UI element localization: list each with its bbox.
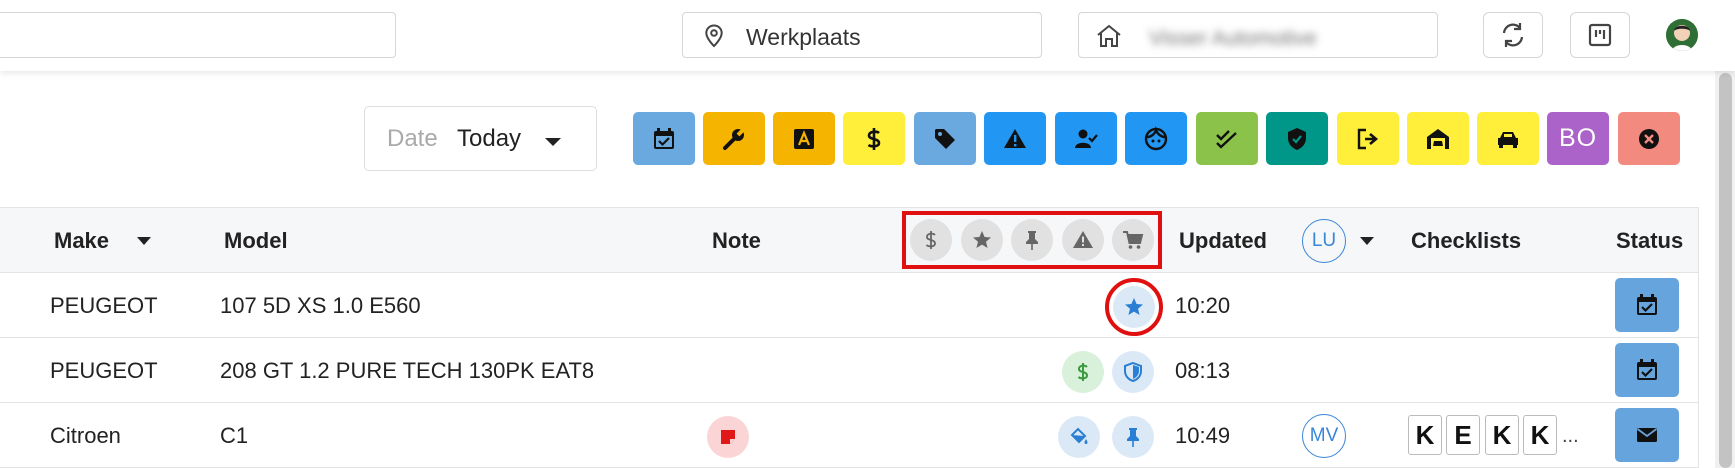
search-input[interactable]	[0, 12, 396, 58]
table-header: Make Model Note Updated LU Checklists St…	[0, 208, 1698, 273]
header-note[interactable]: Note	[712, 228, 761, 254]
status-button[interactable]	[1615, 343, 1679, 397]
close-circle-icon	[1639, 128, 1659, 149]
checklist-item[interactable]: K	[1523, 415, 1557, 455]
sticky-note-icon	[721, 430, 735, 444]
cell-updated: 08:13	[1175, 358, 1231, 383]
chevron-down-icon	[545, 138, 561, 146]
jobs-table: Make Model Note Updated LU Checklists St…	[0, 207, 1699, 468]
home-icon	[1097, 24, 1121, 47]
filter-letter-a-button[interactable]	[773, 112, 835, 165]
shield-icon	[1124, 361, 1142, 383]
filter-garage-button[interactable]	[1407, 112, 1469, 165]
user-initials: LU	[1311, 230, 1337, 251]
checklist-item[interactable]: E	[1446, 415, 1480, 455]
header-make[interactable]: Make	[54, 228, 109, 254]
location-label: Werkplaats	[746, 24, 861, 50]
date-filter-select[interactable]: Date Today	[364, 106, 597, 171]
header-status[interactable]: Status	[1616, 228, 1683, 254]
header-model[interactable]: Model	[224, 228, 288, 254]
pin-icon	[1127, 428, 1139, 447]
company-label: Visser Automotive	[1149, 27, 1317, 50]
flag-shield[interactable]	[1112, 351, 1154, 393]
calendar-icon	[1637, 359, 1657, 380]
highlight-box	[902, 211, 1162, 269]
filter-warning-button[interactable]	[984, 112, 1046, 165]
double-check-icon	[1216, 129, 1237, 149]
cell-model: 107 5D XS 1.0 E560	[220, 293, 421, 318]
chevron-down-icon[interactable]	[137, 237, 151, 245]
user-avatar[interactable]	[1666, 19, 1698, 51]
user-filter-badge[interactable]: LU	[1302, 219, 1346, 263]
cell-make: PEUGEOT	[50, 358, 158, 383]
chevron-down-icon[interactable]	[1360, 237, 1374, 245]
exit-icon	[1357, 128, 1379, 149]
refresh-icon	[1502, 23, 1524, 47]
avatar-icon	[1666, 19, 1698, 51]
scrollbar-thumb[interactable]	[1719, 73, 1732, 468]
board-view-button[interactable]	[1570, 12, 1630, 58]
cell-model: 208 GT 1.2 PURE TECH 130PK EAT8	[220, 358, 595, 383]
cell-make: Citroen	[50, 423, 121, 448]
paint-bucket-icon	[1070, 427, 1088, 444]
cell-model: C1	[220, 423, 249, 448]
flag-paint-bucket[interactable]	[1058, 416, 1100, 458]
date-filter-label: Date	[387, 125, 438, 152]
kanban-icon	[1588, 23, 1612, 47]
filter-shield-button[interactable]	[1266, 112, 1328, 165]
refresh-button[interactable]	[1483, 12, 1543, 58]
filter-close-button[interactable]	[1618, 112, 1680, 165]
cell-updated: 10:20	[1175, 293, 1231, 318]
top-bar: Werkplaats Visser Automotive	[0, 0, 1735, 71]
filter-car-button[interactable]	[1477, 112, 1539, 165]
table-row[interactable]: Citroen C1 10:49 MV K E K K ...	[0, 403, 1698, 468]
filter-bo-button[interactable]: BO	[1547, 112, 1609, 165]
calendar-check-icon	[654, 127, 674, 149]
bo-label: BO	[1558, 124, 1598, 152]
table-row[interactable]: PEUGEOT 107 5D XS 1.0 E560 10:20	[0, 273, 1698, 338]
filter-double-check-button[interactable]	[1196, 112, 1258, 165]
assigned-user-initials: MV	[1309, 425, 1339, 446]
date-filter-value: Today	[457, 125, 522, 152]
cell-updated: 10:49	[1175, 423, 1231, 448]
flag-dollar[interactable]	[1062, 351, 1104, 393]
filter-user-check-button[interactable]	[1055, 112, 1117, 165]
filter-face-button[interactable]	[1125, 112, 1187, 165]
flag-pin[interactable]	[1112, 416, 1154, 458]
status-button[interactable]	[1615, 408, 1679, 462]
face-icon	[1144, 125, 1168, 150]
header-checklists[interactable]: Checklists	[1411, 228, 1521, 254]
assigned-user-badge[interactable]: MV	[1302, 414, 1346, 458]
note-button[interactable]	[707, 416, 749, 458]
checklist-item[interactable]: K	[1408, 415, 1442, 455]
dollar-icon	[867, 127, 881, 150]
shield-check-icon	[1288, 127, 1306, 150]
wrench-icon	[723, 127, 746, 150]
warning-icon	[1004, 128, 1026, 148]
status-button[interactable]	[1615, 278, 1679, 332]
highlight-circle	[1105, 278, 1163, 336]
tag-icon	[935, 128, 955, 149]
filter-calendar-button[interactable]	[633, 112, 695, 165]
header-updated[interactable]: Updated	[1179, 228, 1267, 254]
filter-tag-button[interactable]	[914, 112, 976, 165]
location-pin-icon	[705, 24, 723, 48]
checklist-item[interactable]: K	[1485, 415, 1519, 455]
vertical-scrollbar[interactable]	[1715, 71, 1735, 468]
checklist-more[interactable]: ...	[1562, 425, 1579, 448]
letter-a-box-icon	[794, 128, 814, 149]
garage-icon	[1427, 128, 1449, 149]
envelope-icon	[1636, 428, 1658, 442]
filter-exit-button[interactable]	[1337, 112, 1399, 165]
calendar-icon	[1637, 294, 1657, 315]
filter-wrench-button[interactable]	[703, 112, 765, 165]
table-row[interactable]: PEUGEOT 208 GT 1.2 PURE TECH 130PK EAT8 …	[0, 338, 1698, 403]
user-check-icon	[1075, 129, 1098, 148]
location-selector[interactable]: Werkplaats	[682, 12, 1042, 58]
filter-dollar-button[interactable]	[843, 112, 905, 165]
cell-make: PEUGEOT	[50, 293, 158, 318]
company-selector[interactable]: Visser Automotive	[1078, 12, 1438, 58]
car-icon	[1498, 131, 1518, 148]
dollar-icon	[1077, 363, 1089, 381]
